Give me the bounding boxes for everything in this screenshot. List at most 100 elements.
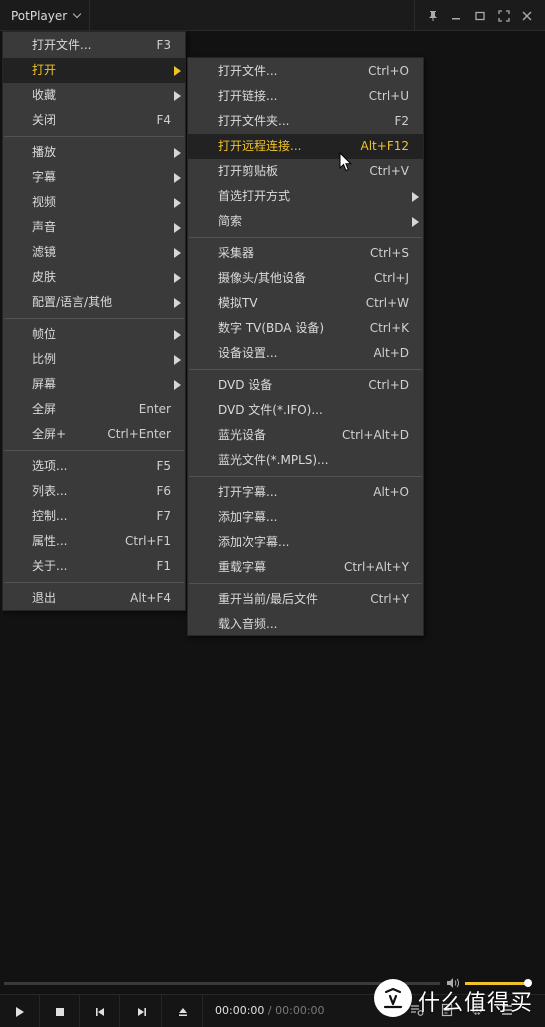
main-menu-item[interactable]: 滤镜 (3, 240, 185, 265)
open-submenu-item[interactable]: 载入音频... (188, 612, 423, 637)
main-menu-item[interactable]: 帧位 (3, 322, 185, 347)
main-menu-item[interactable]: 控制... F7 (3, 504, 185, 529)
open-submenu-item[interactable]: 设备设置... Alt+D (188, 341, 423, 366)
main-menu-item[interactable]: 播放 (3, 140, 185, 165)
main-menu-item-label: 控制... (32, 509, 68, 523)
main-menu-item-label: 滤镜 (32, 245, 57, 259)
previous-button[interactable] (80, 995, 120, 1027)
open-submenu-item-label: 打开文件... (218, 64, 278, 78)
main-menu-item[interactable]: 比例 (3, 347, 185, 372)
mouse-cursor-icon (339, 152, 353, 172)
open-submenu-item[interactable]: 添加字幕... (188, 505, 423, 530)
next-button[interactable] (122, 995, 162, 1027)
main-menu-item-label: 打开 (32, 63, 57, 77)
main-menu-item[interactable]: 视频 (3, 190, 185, 215)
main-menu-item[interactable]: 全屏+ Ctrl+Enter (3, 422, 185, 447)
open-submenu-item-shortcut: F2 (394, 114, 409, 128)
submenu-arrow-icon (174, 273, 181, 283)
main-menu-item[interactable]: 关闭 F4 (3, 108, 185, 133)
main-menu-item-label: 列表... (32, 484, 68, 498)
open-submenu-item[interactable]: 重载字幕 Ctrl+Alt+Y (188, 555, 423, 580)
eject-button[interactable] (163, 995, 203, 1027)
main-menu-item-label: 比例 (32, 352, 57, 366)
open-submenu-item[interactable]: 重开当前/最后文件 Ctrl+Y (188, 587, 423, 612)
main-menu-item[interactable]: 皮肤 (3, 265, 185, 290)
main-menu-item-label: 字幕 (32, 170, 57, 184)
open-submenu-item[interactable]: 首选打开方式 (188, 184, 423, 209)
stop-button[interactable] (40, 995, 80, 1027)
main-menu-item[interactable]: 关于... F1 (3, 554, 185, 579)
main-menu-item-shortcut: Enter (138, 402, 171, 416)
app-menu-button[interactable]: PotPlayer (0, 0, 90, 31)
title-bar: PotPlayer (0, 0, 545, 31)
window-controls (414, 0, 545, 31)
minimize-icon[interactable] (448, 8, 464, 24)
open-submenu-item[interactable]: 打开远程连接... Alt+F12 (188, 134, 423, 159)
open-submenu-item-label: 摄像头/其他设备 (218, 271, 307, 285)
open-submenu-item[interactable]: 打开文件夹... F2 (188, 109, 423, 134)
main-menu-item[interactable]: 选项... F5 (3, 454, 185, 479)
open-submenu-item[interactable]: 打开剪贴板 Ctrl+V (188, 159, 423, 184)
main-menu-item[interactable]: 属性... Ctrl+F1 (3, 529, 185, 554)
menu-separator (189, 369, 422, 370)
submenu-arrow-icon (174, 223, 181, 233)
open-submenu-item-shortcut: Ctrl+V (369, 164, 409, 178)
open-submenu-item-shortcut: Ctrl+S (369, 246, 409, 260)
open-submenu-item[interactable]: 数字 TV(BDA 设备) Ctrl+K (188, 316, 423, 341)
open-submenu-item-label: 打开链接... (218, 89, 278, 103)
main-menu-item[interactable]: 退出 Alt+F4 (3, 586, 185, 611)
main-menu-item-label: 播放 (32, 145, 57, 159)
open-submenu-item-label: 设备设置... (218, 346, 278, 360)
open-submenu-item[interactable]: 简索 (188, 209, 423, 234)
open-submenu-item-label: 蓝光文件(*.MPLS)... (218, 453, 329, 467)
open-submenu-item-shortcut: Ctrl+Alt+Y (343, 560, 409, 574)
main-menu-item-label: 全屏 (32, 402, 57, 416)
open-submenu-item-label: 打开文件夹... (218, 114, 290, 128)
main-menu-item[interactable]: 屏幕 (3, 372, 185, 397)
menu-separator (4, 318, 184, 319)
main-menu-item[interactable]: 打开 (3, 58, 185, 83)
submenu-arrow-icon (174, 330, 181, 340)
open-submenu-item[interactable]: 打开链接... Ctrl+U (188, 84, 423, 109)
submenu-arrow-icon (174, 298, 181, 308)
open-submenu-item[interactable]: 模拟TV Ctrl+W (188, 291, 423, 316)
main-menu-item-label: 声音 (32, 220, 57, 234)
skip-next-icon (137, 1007, 146, 1016)
watermark-text: 什么值得买 (418, 991, 534, 1016)
open-submenu-item-label: 打开字幕... (218, 485, 278, 499)
main-menu-item[interactable]: 声音 (3, 215, 185, 240)
main-menu-item-label: 皮肤 (32, 270, 57, 284)
menu-separator (4, 136, 184, 137)
open-submenu-item[interactable]: 采集器 Ctrl+S (188, 241, 423, 266)
submenu-arrow-icon (174, 355, 181, 365)
open-submenu-item-label: 载入音频... (218, 617, 278, 631)
main-menu-item-label: 全屏+ (32, 427, 67, 441)
open-submenu-item-shortcut: Ctrl+Y (370, 592, 409, 606)
main-menu-item[interactable]: 字幕 (3, 165, 185, 190)
main-menu-item-label: 属性... (32, 534, 68, 548)
pin-icon[interactable] (425, 8, 441, 24)
play-button[interactable] (0, 995, 40, 1027)
main-menu-item[interactable]: 配置/语言/其他 (3, 290, 185, 315)
submenu-arrow-icon (412, 192, 419, 202)
open-submenu-item[interactable]: 打开字幕... Alt+O (188, 480, 423, 505)
main-menu-item[interactable]: 打开文件... F3 (3, 33, 185, 58)
watermark-logo: 值 (374, 979, 412, 1017)
main-menu-item[interactable]: 全屏 Enter (3, 397, 185, 422)
main-menu-item[interactable]: 列表... F6 (3, 479, 185, 504)
close-icon[interactable] (519, 8, 535, 24)
open-submenu-item[interactable]: 打开文件... Ctrl+O (188, 59, 423, 84)
open-submenu-item-label: 重载字幕 (218, 560, 267, 574)
open-submenu-item[interactable]: DVD 设备 Ctrl+D (188, 373, 423, 398)
open-submenu-item-shortcut: Ctrl+Alt+D (342, 428, 409, 442)
maximize-icon[interactable] (472, 8, 488, 24)
open-submenu-item[interactable]: 蓝光文件(*.MPLS)... (188, 448, 423, 473)
fullscreen-icon[interactable] (496, 8, 512, 24)
open-submenu-item[interactable]: DVD 文件(*.IFO)... (188, 398, 423, 423)
open-submenu-item[interactable]: 添加次字幕... (188, 530, 423, 555)
main-menu-item-label: 屏幕 (32, 377, 57, 391)
open-submenu-item[interactable]: 蓝光设备 Ctrl+Alt+D (188, 423, 423, 448)
main-menu-item[interactable]: 收藏 (3, 83, 185, 108)
skip-previous-icon (95, 1007, 104, 1016)
open-submenu-item[interactable]: 摄像头/其他设备 Ctrl+J (188, 266, 423, 291)
